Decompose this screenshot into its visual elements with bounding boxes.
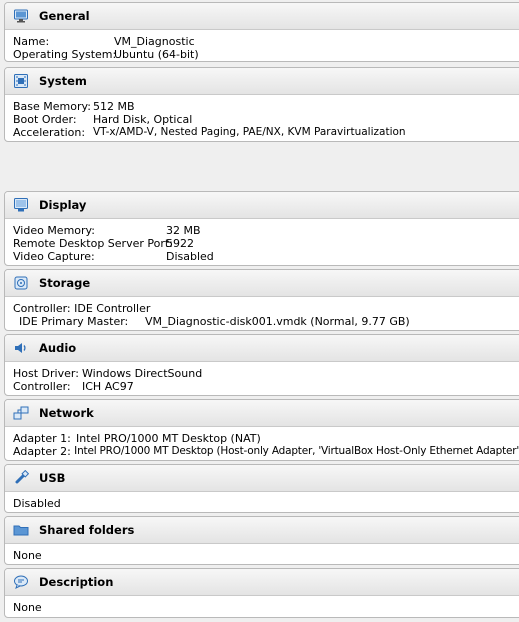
acceleration-value: VT-x/AMD-V, Nested Paging, PAE/NX, KVM P…: [93, 126, 406, 138]
usb-icon: [13, 469, 30, 486]
audio-controller-value: ICH AC97: [82, 380, 134, 393]
primary-master-value: VM_Diagnostic-disk001.vmdk (Normal, 9.77…: [145, 315, 410, 328]
adapter-1-label: Adapter 1:: [13, 432, 71, 445]
storage-title: Storage: [39, 276, 91, 290]
audio-row-controller: Controller: ICH AC97: [13, 380, 519, 393]
audio-controller-label: Controller:: [13, 380, 71, 393]
adapter-2-label: Adapter 2:: [13, 445, 71, 458]
video-memory-label: Video Memory:: [13, 224, 95, 237]
base-memory-value: 512 MB: [93, 100, 135, 113]
name-label: Name:: [13, 35, 50, 48]
usb-row-status: Disabled: [13, 497, 519, 510]
display-row-rdp-port: Remote Desktop Server Port: 5922: [13, 237, 519, 250]
network-title: Network: [39, 406, 94, 420]
monitor-icon: [13, 8, 29, 24]
system-row-accel: Acceleration: VT-x/AMD-V, Nested Paging, …: [13, 126, 519, 139]
description-value: None: [13, 601, 42, 614]
os-value: Ubuntu (64-bit): [114, 48, 199, 61]
os-label: Operating System:: [13, 48, 117, 61]
video-capture-label: Video Capture:: [13, 250, 95, 263]
system-row-memory: Base Memory: 512 MB: [13, 100, 519, 113]
network-row-adapter-2: Adapter 2: Intel PRO/1000 MT Desktop (Hos…: [13, 445, 519, 458]
audio-body: Host Driver: Windows DirectSound Controll…: [5, 362, 519, 393]
usb-header[interactable]: USB: [5, 465, 519, 492]
name-value: VM_Diagnostic: [114, 35, 195, 48]
storage-row-primary-master: IDE Primary Master: VM_Diagnostic-disk001…: [13, 315, 519, 328]
general-row-name: Name: VM_Diagnostic: [13, 35, 519, 48]
controller-label: Controller: IDE Controller: [13, 302, 151, 315]
usb-status: Disabled: [13, 497, 61, 510]
speech-bubble-icon: [13, 574, 29, 590]
description-row: None: [13, 601, 519, 614]
display-row-video-memory: Video Memory: 32 MB: [13, 224, 519, 237]
system-title: System: [39, 74, 87, 88]
shared-folders-value: None: [13, 549, 42, 562]
general-title: General: [39, 9, 90, 23]
network-header[interactable]: Network: [5, 400, 519, 427]
display-body: Video Memory: 32 MB Remote Desktop Server…: [5, 219, 519, 263]
display-title: Display: [39, 198, 87, 212]
network-icon: [13, 405, 29, 421]
shared-folders-row: None: [13, 549, 519, 562]
storage-header[interactable]: Storage: [5, 270, 519, 297]
general-section: General Name: VM_Diagnostic Operating Sys…: [4, 2, 519, 62]
boot-order-value: Hard Disk, Optical: [93, 113, 193, 126]
system-section: System Base Memory: 512 MB Boot Order: Har…: [4, 67, 519, 142]
acceleration-label: Acceleration:: [13, 126, 86, 139]
chip-icon: [13, 73, 29, 89]
storage-body: Controller: IDE Controller IDE Primary M…: [5, 297, 519, 328]
folder-icon: [13, 522, 29, 538]
display-header[interactable]: Display: [5, 192, 519, 219]
network-section: Network Adapter 1: Intel PRO/1000 MT Desk…: [4, 399, 519, 461]
description-header[interactable]: Description: [5, 569, 519, 596]
storage-section: Storage Controller: IDE Controller IDE P…: [4, 269, 519, 331]
description-body: None: [5, 596, 519, 614]
usb-body: Disabled: [5, 492, 519, 510]
description-section: Description None: [4, 568, 519, 618]
adapter-2-value: Intel PRO/1000 MT Desktop (Host-only Ada…: [74, 445, 519, 457]
video-capture-value: Disabled: [166, 250, 214, 263]
speaker-icon: [13, 340, 29, 356]
video-memory-value: 32 MB: [166, 224, 201, 237]
display-section: Display Video Memory: 32 MB Remote Deskto…: [4, 191, 519, 266]
network-body: Adapter 1: Intel PRO/1000 MT Desktop (NAT…: [5, 427, 519, 458]
adapter-1-value: Intel PRO/1000 MT Desktop (NAT): [76, 432, 261, 445]
shared-folders-title: Shared folders: [39, 523, 135, 537]
audio-row-host-driver: Host Driver: Windows DirectSound: [13, 367, 519, 380]
usb-title: USB: [39, 471, 66, 485]
storage-row-controller: Controller: IDE Controller: [13, 302, 519, 315]
shared-folders-body: None: [5, 544, 519, 562]
host-driver-value: Windows DirectSound: [82, 367, 203, 380]
shared-folders-header[interactable]: Shared folders: [5, 517, 519, 544]
rdp-port-label: Remote Desktop Server Port:: [13, 237, 173, 250]
display-row-video-capture: Video Capture: Disabled: [13, 250, 519, 263]
host-driver-label: Host Driver:: [13, 367, 79, 380]
system-row-boot: Boot Order: Hard Disk, Optical: [13, 113, 519, 126]
general-row-os: Operating System: Ubuntu (64-bit): [13, 48, 519, 61]
rdp-port-value: 5922: [166, 237, 194, 250]
vm-details-pane: General Name: VM_Diagnostic Operating Sys…: [0, 0, 519, 622]
audio-title: Audio: [39, 341, 77, 355]
system-body: Base Memory: 512 MB Boot Order: Hard Disk,…: [5, 95, 519, 139]
boot-order-label: Boot Order:: [13, 113, 77, 126]
usb-section: USB Disabled: [4, 464, 519, 513]
shared-folders-section: Shared folders None: [4, 516, 519, 565]
audio-header[interactable]: Audio: [5, 335, 519, 362]
display-icon: [13, 197, 29, 213]
general-body: Name: VM_Diagnostic Operating System: Ubun…: [5, 30, 519, 61]
audio-section: Audio Host Driver: Windows DirectSound Co…: [4, 334, 519, 396]
network-row-adapter-1: Adapter 1: Intel PRO/1000 MT Desktop (NAT…: [13, 432, 519, 445]
description-title: Description: [39, 575, 114, 589]
disk-icon: [13, 275, 29, 291]
primary-master-label: IDE Primary Master:: [19, 315, 129, 328]
system-header[interactable]: System: [5, 68, 519, 95]
base-memory-label: Base Memory:: [13, 100, 91, 113]
general-header[interactable]: General: [5, 3, 519, 30]
